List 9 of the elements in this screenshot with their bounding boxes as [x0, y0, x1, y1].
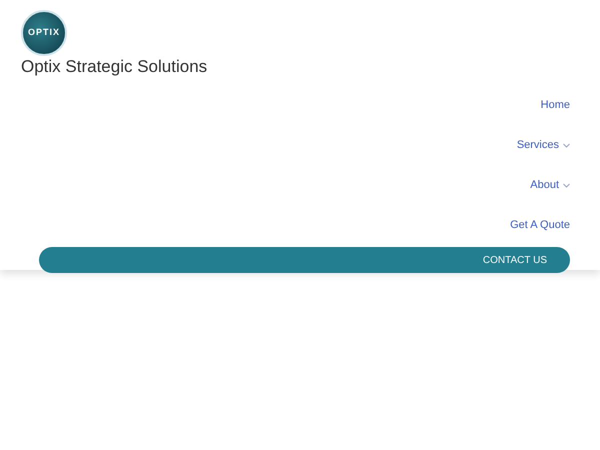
chevron-down-icon	[563, 182, 570, 188]
nav-link[interactable]: About	[530, 165, 570, 205]
nav-link[interactable]: Services	[516, 125, 570, 165]
site-title[interactable]: Optix Strategic Solutions	[21, 57, 579, 77]
logo[interactable]: OPTIX	[21, 10, 67, 56]
nav-link[interactable]: Home	[540, 85, 570, 125]
chevron-down-icon	[563, 142, 570, 148]
contact-button[interactable]: CONTACT US	[39, 247, 570, 273]
nav-link[interactable]: Get A Quote	[510, 205, 570, 245]
